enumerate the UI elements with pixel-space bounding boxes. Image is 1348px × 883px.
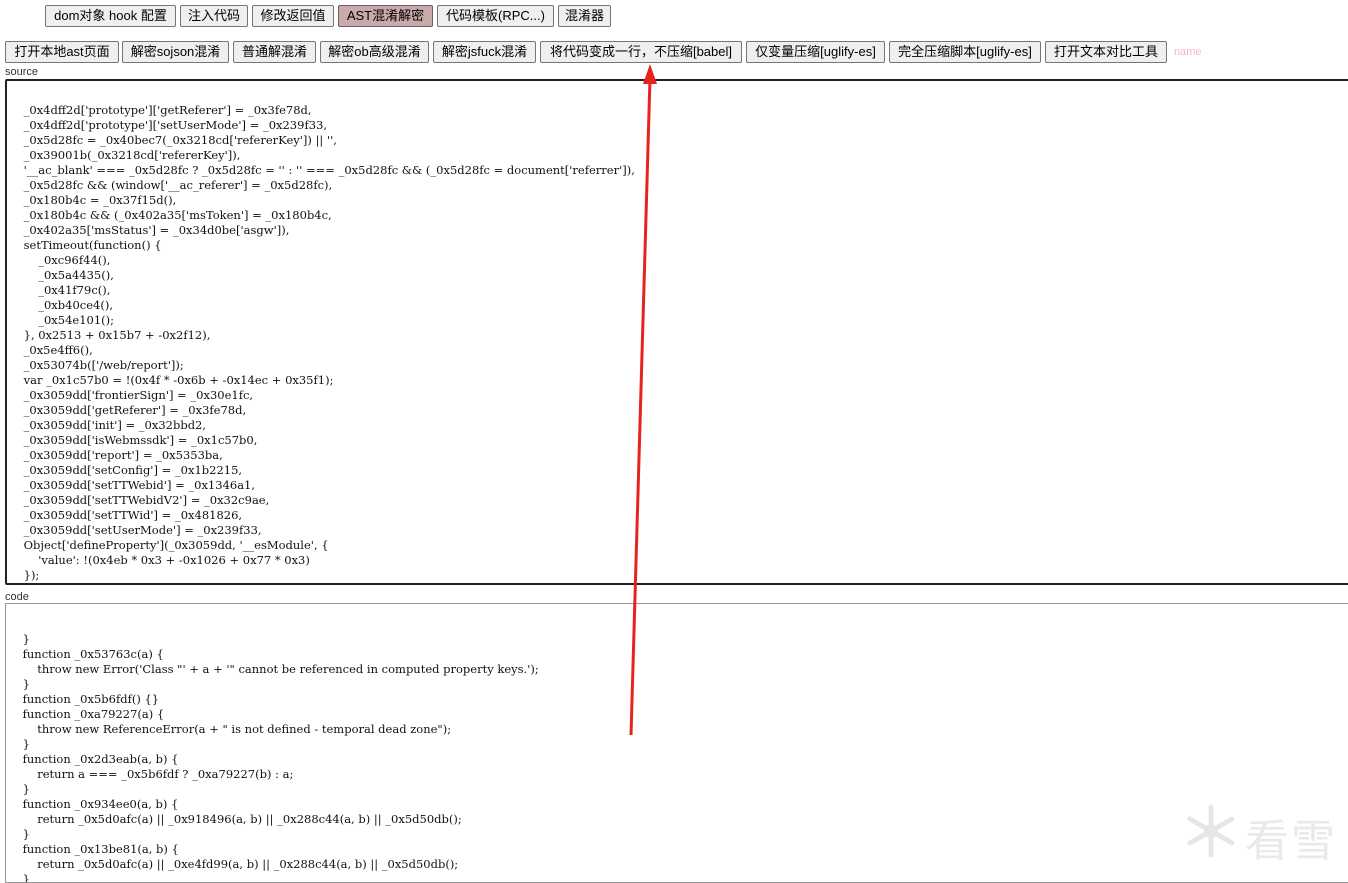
code-line: var _0x1c57b0 = !(0x4f * -0x6b + -0x14ec… bbox=[9, 373, 334, 387]
code-line: throw new ReferenceError(a + " is not de… bbox=[8, 722, 452, 736]
code-line: }); bbox=[9, 568, 40, 582]
open-text-compare-button[interactable]: 打开文本对比工具 bbox=[1045, 41, 1167, 63]
code-line: _0x39001b(_0x3218cd['refererKey']), bbox=[9, 148, 241, 162]
source-code-lines: _0x4dff2d['prototype']['getReferer'] = _… bbox=[7, 103, 1348, 585]
open-local-ast-button[interactable]: 打开本地ast页面 bbox=[5, 41, 119, 63]
dom-hook-config-tab[interactable]: dom对象 hook 配置 bbox=[45, 5, 176, 27]
code-line: _0x402a35['msStatus'] = _0x34d0be['asgw'… bbox=[9, 223, 290, 237]
code-line: _0x3059dd['isWebmssdk'] = _0x1c57b0, bbox=[9, 433, 258, 447]
code-label: code bbox=[5, 591, 29, 603]
code-code-lines: } function _0x53763c(a) { throw new Erro… bbox=[6, 632, 1348, 883]
code-template-tab[interactable]: 代码模板(RPC...) bbox=[437, 5, 554, 27]
decrypt-ob-advanced-button[interactable]: 解密ob高级混淆 bbox=[320, 41, 429, 63]
watermark-text: 看雪 bbox=[1245, 816, 1337, 867]
code-line: _0x180b4c && (_0x402a35['msToken'] = _0x… bbox=[9, 208, 332, 222]
code-line: _0x5d28fc = _0x40bec7(_0x3218cd['referer… bbox=[9, 133, 337, 147]
code-line: _0x5e4ff6(), bbox=[9, 343, 93, 357]
code-line: _0x54e101(); bbox=[9, 313, 115, 327]
code-line: _0x3059dd['setTTWid'] = _0x481826, bbox=[9, 508, 243, 522]
code-line: function _0xa79227(a) { bbox=[8, 707, 165, 721]
source-textarea[interactable]: _0x4dff2d['prototype']['getReferer'] = _… bbox=[5, 79, 1348, 585]
code-line: '__ac_blank' === _0x5d28fc ? _0x5d28fc =… bbox=[9, 163, 635, 177]
code-line: _0x3059dd['setTTWebidV2'] = _0x32c9ae, bbox=[9, 493, 270, 507]
code-line: _0x3059dd['setConfig'] = _0x1b2215, bbox=[9, 463, 243, 477]
code-line: Object['defineProperty'](_0x3059dd, '__e… bbox=[9, 538, 329, 552]
code-line: } bbox=[8, 632, 30, 646]
code-line: return a === _0x5b6fdf ? _0xa79227(b) : … bbox=[8, 767, 294, 781]
code-line: _0x3059dd['getReferer'] = _0x3fe78d, bbox=[9, 403, 247, 417]
inject-code-tab[interactable]: 注入代码 bbox=[180, 5, 248, 27]
code-line: 'value': !(0x4eb * 0x3 + -0x1026 + 0x77 … bbox=[9, 553, 310, 567]
code-line: }, 0x2513 + 0x15b7 + -0x2f12), bbox=[9, 328, 211, 342]
normal-deobfuscate-button[interactable]: 普通解混淆 bbox=[233, 41, 316, 63]
code-line: function _0x5b6fdf() {} bbox=[8, 692, 160, 706]
code-line: _0x3059dd['init'] = _0x32bbd2, bbox=[9, 418, 207, 432]
code-line: _0xb40ce4(), bbox=[9, 298, 113, 312]
code-line: _0x3059dd['setUserMode'] = _0x239f33, bbox=[9, 523, 262, 537]
code-line: _0x4dff2d['prototype']['getReferer'] = _… bbox=[9, 103, 312, 117]
faded-name-label: name bbox=[1174, 46, 1202, 58]
snowflake-icon bbox=[1187, 804, 1235, 858]
code-line: } bbox=[8, 677, 30, 691]
code-line: _0x5d28fc && (window['__ac_referer'] = _… bbox=[9, 178, 333, 192]
code-line: } bbox=[8, 872, 30, 883]
code-line: return _0x5d0afc(a) || _0xe4fd99(a, b) |… bbox=[8, 857, 459, 871]
code-line: function _0x53763c(a) { bbox=[8, 647, 164, 661]
single-line-babel-button[interactable]: 将代码变成一行，不压缩[babel] bbox=[540, 41, 742, 63]
code-line: _0x3059dd['frontierSign'] = _0x30e1fc, bbox=[9, 388, 254, 402]
code-line: function _0x934ee0(a, b) { bbox=[8, 797, 179, 811]
code-line: _0x53074b(['/web/report']); bbox=[9, 358, 184, 372]
code-line: return _0x5d0afc(a) || _0x918496(a, b) |… bbox=[8, 812, 462, 826]
decrypt-sojson-button[interactable]: 解密sojson混淆 bbox=[122, 41, 229, 63]
obfuscator-tab[interactable]: 混淆器 bbox=[558, 5, 611, 27]
variable-compress-uglify-button[interactable]: 仅变量压缩[uglify-es] bbox=[746, 41, 885, 63]
code-line: _0x4dff2d['prototype']['setUserMode'] = … bbox=[9, 118, 327, 132]
code-line: }); bbox=[9, 583, 1348, 585]
code-line: function _0x13be81(a, b) { bbox=[8, 842, 179, 856]
code-line: } bbox=[8, 827, 30, 841]
code-line: _0x5a4435(), bbox=[9, 268, 114, 282]
decrypt-jsfuck-button[interactable]: 解密jsfuck混淆 bbox=[433, 41, 536, 63]
source-label: source bbox=[5, 66, 39, 78]
code-line: } bbox=[8, 782, 30, 796]
code-textarea[interactable]: } function _0x53763c(a) { throw new Erro… bbox=[5, 603, 1348, 883]
code-line: _0x3059dd['setTTWebid'] = _0x1346a1, bbox=[9, 478, 256, 492]
kanxue-watermark: 看雪 bbox=[1183, 803, 1343, 867]
code-line: _0x3059dd['report'] = _0x5353ba, bbox=[9, 448, 223, 462]
code-line: _0x41f79c(), bbox=[9, 283, 111, 297]
ast-deobfuscate-tab[interactable]: AST混淆解密 bbox=[338, 5, 433, 27]
code-line: _0x180b4c = _0x37f15d(), bbox=[9, 193, 177, 207]
code-line: } bbox=[8, 737, 30, 751]
code-line: setTimeout(function() { bbox=[9, 238, 162, 252]
code-line: _0xc96f44(), bbox=[9, 253, 111, 267]
modify-return-tab[interactable]: 修改返回值 bbox=[252, 5, 334, 27]
code-line: function _0x2d3eab(a, b) { bbox=[8, 752, 179, 766]
code-line: throw new Error('Class "' + a + '" canno… bbox=[8, 662, 539, 676]
full-compress-uglify-button[interactable]: 完全压缩脚本[uglify-es] bbox=[889, 41, 1041, 63]
